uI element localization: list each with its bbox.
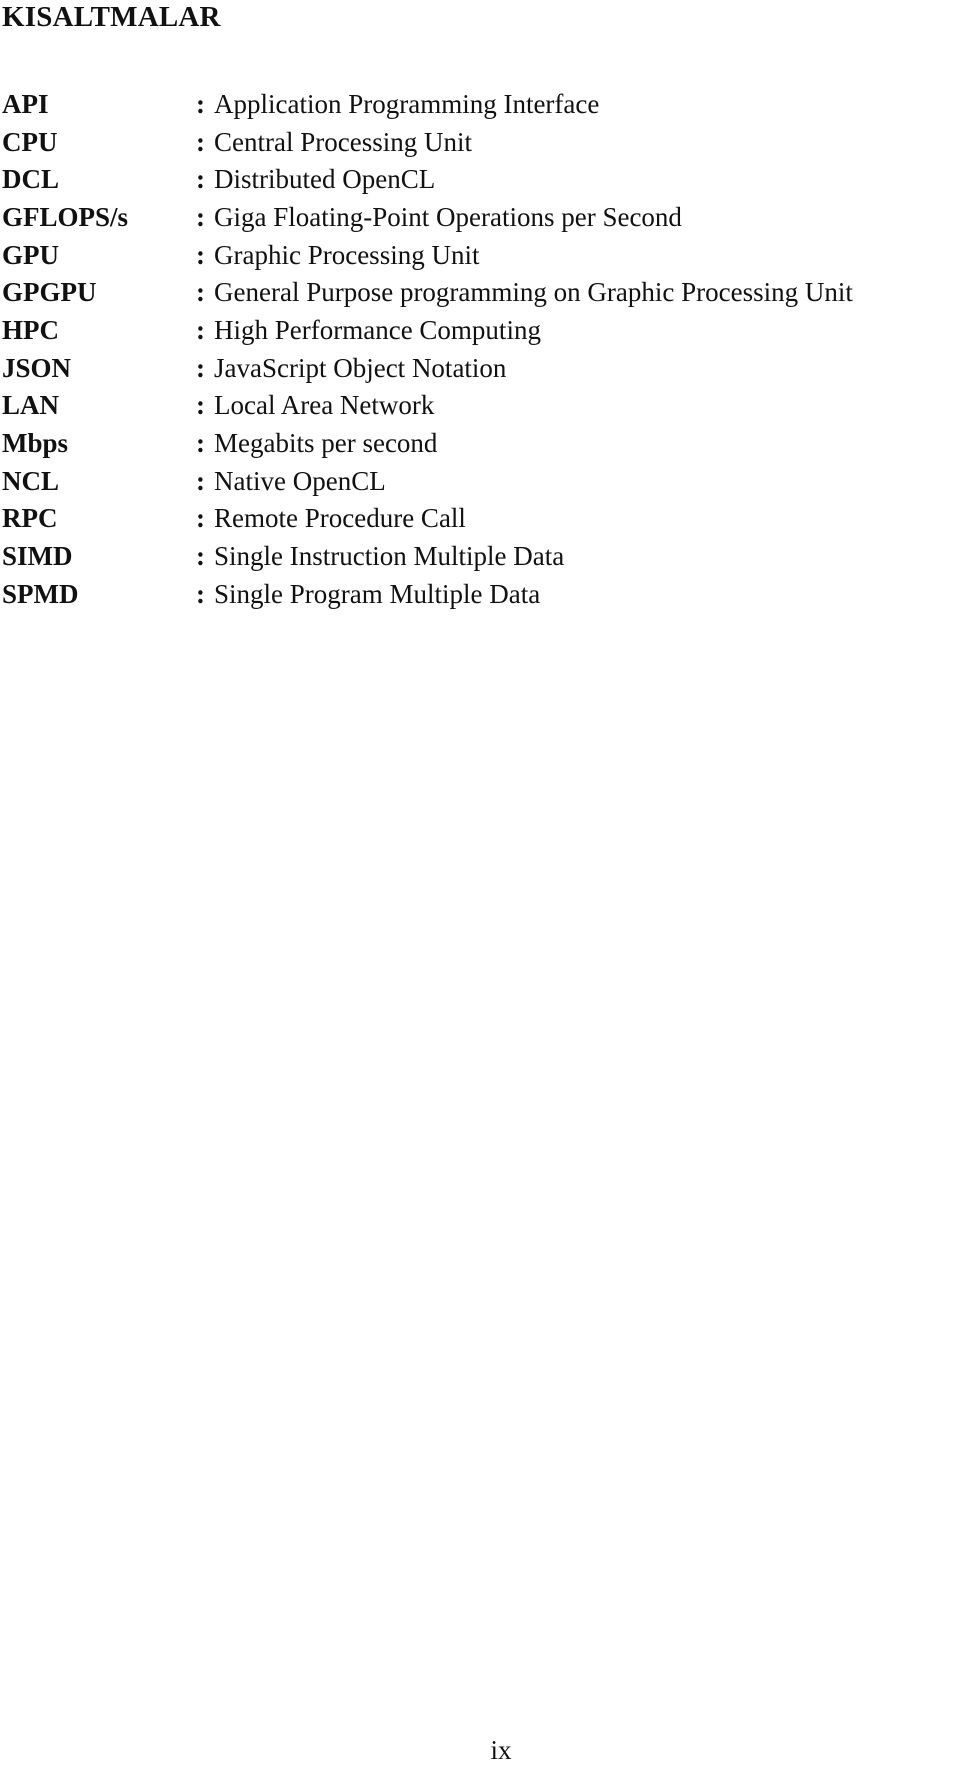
- abbreviation-row: NCL : Native OpenCL: [2, 462, 960, 500]
- abbreviation-term: SIMD: [2, 541, 73, 572]
- abbreviation-row: JSON : JavaScript Object Notation: [2, 349, 960, 387]
- abbreviation-term: DCL: [2, 164, 60, 195]
- abbreviation-definition: Distributed OpenCL: [214, 164, 436, 195]
- abbreviation-definition: Megabits per second: [214, 428, 438, 459]
- separator: :: [196, 277, 205, 308]
- separator: :: [196, 541, 205, 572]
- separator: :: [196, 314, 205, 345]
- abbreviation-definition: General Purpose programming on Graphic P…: [214, 277, 853, 308]
- abbreviation-term: CPU: [2, 126, 58, 157]
- abbreviation-row: HPC : High Performance Computing: [2, 311, 960, 349]
- abbreviation-term: HPC: [2, 314, 59, 345]
- separator: :: [196, 88, 205, 119]
- separator: :: [196, 465, 205, 496]
- separator: :: [196, 352, 205, 383]
- abbreviation-row: API : Application Programming Interface: [2, 85, 960, 123]
- abbreviation-term: JSON: [2, 352, 72, 383]
- abbreviation-row: GPGPU : General Purpose programming on G…: [2, 273, 960, 311]
- abbreviation-term: SPMD: [2, 578, 79, 609]
- abbreviation-row: DCL : Distributed OpenCL: [2, 160, 960, 198]
- page-number: ix: [490, 1735, 512, 1765]
- abbreviation-definition: Central Processing Unit: [214, 126, 472, 157]
- abbreviation-definition: Single Program Multiple Data: [214, 578, 541, 609]
- abbreviation-definition: Remote Procedure Call: [214, 503, 466, 534]
- abbreviation-term: RPC: [2, 503, 58, 534]
- separator: :: [196, 126, 205, 157]
- abbreviation-definition: High Performance Computing: [214, 314, 541, 345]
- abbreviation-definition: Application Programming Interface: [214, 88, 600, 119]
- abbreviation-row: CPU : Central Processing Unit: [2, 123, 960, 161]
- abbreviation-row: Mbps : Megabits per second: [2, 424, 960, 462]
- abbreviation-row: GPU : Graphic Processing Unit: [2, 236, 960, 274]
- abbreviation-row: SIMD : Single Instruction Multiple Data: [2, 537, 960, 575]
- abbreviation-list: API : Application Programming Interface …: [2, 85, 960, 613]
- abbreviation-term: GPU: [2, 239, 59, 270]
- abbreviation-row: LAN : Local Area Network: [2, 387, 960, 425]
- abbreviation-term: GFLOPS/s: [2, 201, 129, 232]
- abbreviation-definition: Local Area Network: [214, 390, 435, 421]
- separator: :: [196, 428, 205, 459]
- separator: :: [196, 164, 205, 195]
- abbreviation-definition: Native OpenCL: [214, 465, 386, 496]
- abbreviation-term: NCL: [2, 465, 60, 496]
- abbreviation-row: SPMD : Single Program Multiple Data: [2, 575, 960, 613]
- separator: :: [196, 578, 205, 609]
- separator: :: [196, 503, 205, 534]
- page-title: KISALTMALAR: [2, 1, 221, 33]
- separator: :: [196, 239, 205, 270]
- abbreviation-row: GFLOPS/s : Giga Floating-Point Operation…: [2, 198, 960, 236]
- abbreviation-definition: Giga Floating-Point Operations per Secon…: [214, 201, 682, 232]
- abbreviation-definition: JavaScript Object Notation: [214, 352, 507, 383]
- abbreviation-definition: Graphic Processing Unit: [214, 239, 480, 270]
- separator: :: [196, 390, 205, 421]
- abbreviation-row: RPC : Remote Procedure Call: [2, 500, 960, 538]
- abbreviation-term: API: [2, 88, 49, 119]
- abbreviation-term: GPGPU: [2, 277, 97, 308]
- abbreviation-definition: Single Instruction Multiple Data: [214, 541, 565, 572]
- abbreviation-term: LAN: [2, 390, 60, 421]
- abbreviation-term: Mbps: [2, 428, 69, 459]
- separator: :: [196, 201, 205, 232]
